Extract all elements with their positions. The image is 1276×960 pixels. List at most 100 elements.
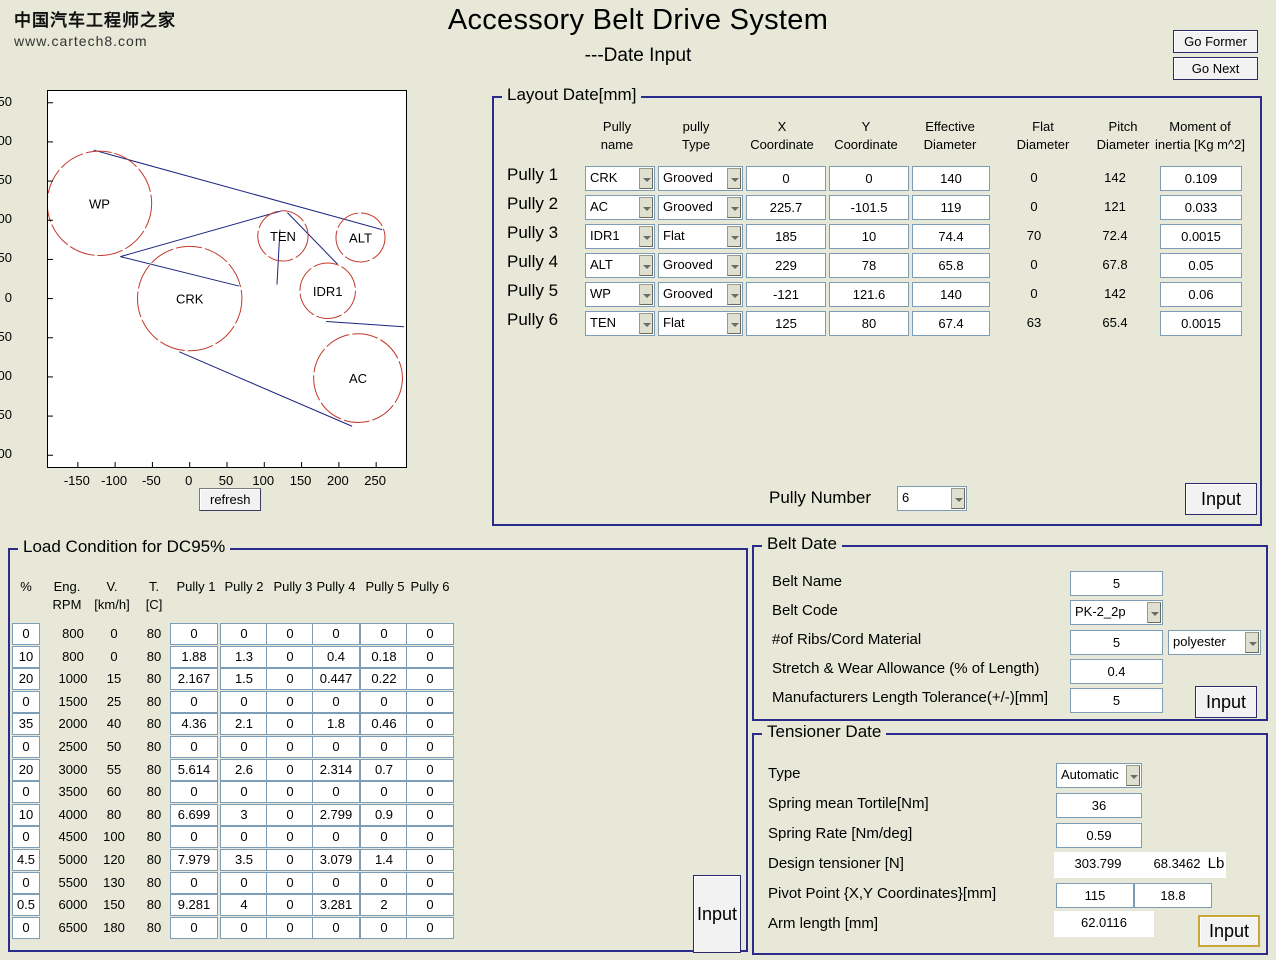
chevron-down-icon[interactable] [639, 284, 653, 305]
load-pully1-field-7[interactable]: 0 [170, 781, 218, 804]
pully-effective-diameter-field-5[interactable]: 140 [912, 282, 990, 307]
pully-type-select-5[interactable]: Grooved [658, 282, 743, 307]
load-percent-field-10[interactable]: 4.5 [12, 849, 40, 871]
pully-name-select-1[interactable]: CRK [585, 166, 655, 191]
load-percent-field-1[interactable]: 10 [12, 645, 40, 668]
chevron-down-icon[interactable] [727, 313, 741, 334]
load-pully1-field-1[interactable]: 1.88 [170, 645, 218, 668]
load-pully4-field-13[interactable]: 0 [312, 916, 360, 939]
belt-name-field[interactable]: 5 [1070, 571, 1163, 596]
chevron-down-icon[interactable] [727, 197, 741, 218]
load-percent-field-2[interactable]: 20 [12, 668, 40, 691]
load-pully3-field-12[interactable]: 0 [266, 894, 314, 917]
pully-y-field-5[interactable]: 121.6 [829, 282, 909, 307]
pully-inertia-field-3[interactable]: 0.0015 [1160, 224, 1242, 249]
load-pully6-field-6[interactable]: 0 [406, 758, 454, 781]
go-next-button[interactable]: Go Next [1173, 57, 1258, 80]
load-pully5-field-9[interactable]: 0 [360, 826, 408, 849]
pully-inertia-field-4[interactable]: 0.05 [1160, 253, 1242, 278]
load-pully2-field-4[interactable]: 2.1 [220, 713, 268, 736]
load-pully4-field-8[interactable]: 2.799 [312, 803, 360, 826]
pully-x-field-2[interactable]: 225.7 [746, 195, 826, 220]
pully-inertia-field-2[interactable]: 0.033 [1160, 195, 1242, 220]
chevron-down-icon[interactable] [639, 226, 653, 247]
load-pully6-field-3[interactable]: 0 [406, 690, 454, 713]
belt-stretch-field[interactable]: 0.4 [1070, 659, 1163, 684]
layout-input-button[interactable]: Input [1185, 483, 1257, 515]
load-pully3-field-1[interactable]: 0 [266, 645, 314, 668]
pully-effective-diameter-field-4[interactable]: 65.8 [912, 253, 990, 278]
chevron-down-icon[interactable] [1126, 765, 1140, 786]
load-pully1-field-6[interactable]: 5.614 [170, 758, 218, 781]
load-percent-field-9[interactable]: 0 [12, 826, 40, 849]
load-pully5-field-11[interactable]: 0 [360, 871, 408, 894]
belt-input-button[interactable]: Input [1195, 686, 1257, 718]
load-pully4-field-11[interactable]: 0 [312, 871, 360, 894]
load-pully1-field-0[interactable]: 0 [170, 623, 218, 645]
pully-name-select-3[interactable]: IDR1 [585, 224, 655, 249]
load-pully3-field-6[interactable]: 0 [266, 758, 314, 781]
load-pully4-field-1[interactable]: 0.4 [312, 645, 360, 668]
refresh-button[interactable]: refresh [199, 488, 262, 511]
pully-type-select-6[interactable]: Flat [658, 311, 743, 336]
belt-ribs-field[interactable]: 5 [1070, 630, 1163, 655]
spring-torque-field[interactable]: 36 [1056, 793, 1142, 818]
chevron-down-icon[interactable] [639, 255, 653, 276]
load-pully2-field-2[interactable]: 1.5 [220, 668, 268, 691]
load-percent-field-7[interactable]: 0 [12, 781, 40, 804]
load-pully6-field-11[interactable]: 0 [406, 871, 454, 894]
load-pully1-field-5[interactable]: 0 [170, 736, 218, 758]
load-pully4-field-12[interactable]: 3.281 [312, 894, 360, 917]
load-pully5-field-3[interactable]: 0 [360, 690, 408, 713]
pully-name-select-4[interactable]: ALT [585, 253, 655, 278]
pully-x-field-3[interactable]: 185 [746, 224, 826, 249]
pully-number-select[interactable]: 6 [897, 486, 967, 511]
load-pully5-field-7[interactable]: 0 [360, 781, 408, 804]
chevron-down-icon[interactable] [1245, 632, 1259, 653]
load-pully5-field-1[interactable]: 0.18 [360, 645, 408, 668]
chevron-down-icon[interactable] [639, 168, 653, 189]
chevron-down-icon[interactable] [727, 255, 741, 276]
load-pully2-field-0[interactable]: 0 [220, 623, 268, 645]
load-pully4-field-3[interactable]: 0 [312, 690, 360, 713]
pully-y-field-4[interactable]: 78 [829, 253, 909, 278]
load-pully6-field-9[interactable]: 0 [406, 826, 454, 849]
load-pully6-field-1[interactable]: 0 [406, 645, 454, 668]
load-pully4-field-10[interactable]: 3.079 [312, 849, 360, 871]
load-percent-field-8[interactable]: 10 [12, 803, 40, 826]
tensioner-input-button[interactable]: Input [1198, 915, 1260, 947]
load-pully5-field-12[interactable]: 2 [360, 894, 408, 917]
load-pully4-field-5[interactable]: 0 [312, 736, 360, 758]
load-pully5-field-4[interactable]: 0.46 [360, 713, 408, 736]
load-pully3-field-11[interactable]: 0 [266, 871, 314, 894]
pully-type-select-2[interactable]: Grooved [658, 195, 743, 220]
pully-inertia-field-1[interactable]: 0.109 [1160, 166, 1242, 191]
load-pully5-field-5[interactable]: 0 [360, 736, 408, 758]
chevron-down-icon[interactable] [639, 197, 653, 218]
load-pully4-field-4[interactable]: 1.8 [312, 713, 360, 736]
pully-x-field-1[interactable]: 0 [746, 166, 826, 191]
load-pully1-field-9[interactable]: 0 [170, 826, 218, 849]
load-pully2-field-9[interactable]: 0 [220, 826, 268, 849]
load-pully6-field-13[interactable]: 0 [406, 916, 454, 939]
pully-y-field-3[interactable]: 10 [829, 224, 909, 249]
pully-name-select-6[interactable]: TEN [585, 311, 655, 336]
load-pully5-field-8[interactable]: 0.9 [360, 803, 408, 826]
pully-y-field-2[interactable]: -101.5 [829, 195, 909, 220]
load-pully2-field-5[interactable]: 0 [220, 736, 268, 758]
chevron-down-icon[interactable] [727, 168, 741, 189]
load-pully3-field-0[interactable]: 0 [266, 623, 314, 645]
tensioner-type-select[interactable]: Automatic [1056, 763, 1142, 788]
load-pully1-field-8[interactable]: 6.699 [170, 803, 218, 826]
belt-code-select[interactable]: PK-2_2p [1070, 600, 1163, 625]
load-pully2-field-6[interactable]: 2.6 [220, 758, 268, 781]
pully-effective-diameter-field-1[interactable]: 140 [912, 166, 990, 191]
load-pully3-field-13[interactable]: 0 [266, 916, 314, 939]
load-pully4-field-9[interactable]: 0 [312, 826, 360, 849]
pully-type-select-4[interactable]: Grooved [658, 253, 743, 278]
load-pully3-field-8[interactable]: 0 [266, 803, 314, 826]
load-pully5-field-13[interactable]: 0 [360, 916, 408, 939]
load-pully2-field-10[interactable]: 3.5 [220, 849, 268, 871]
load-pully3-field-3[interactable]: 0 [266, 690, 314, 713]
load-pully2-field-8[interactable]: 3 [220, 803, 268, 826]
